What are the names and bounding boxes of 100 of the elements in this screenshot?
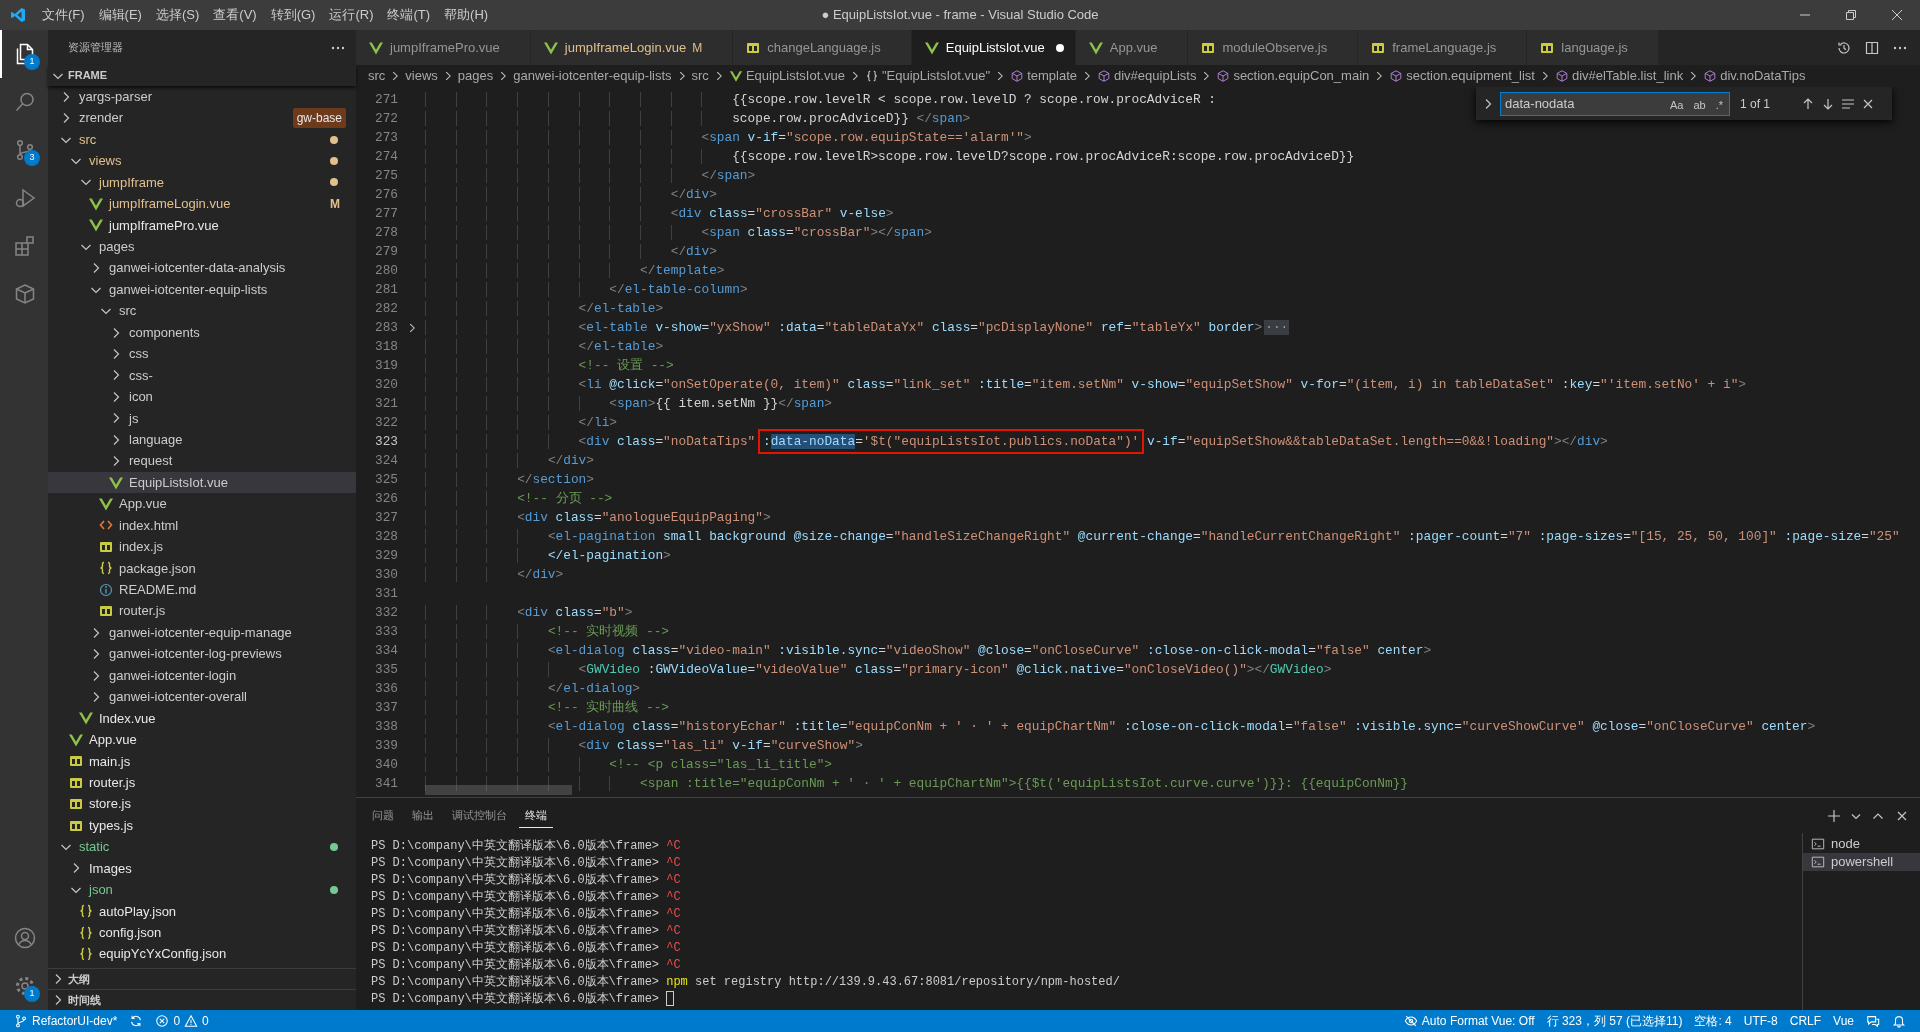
- tree-item[interactable]: ganwei-iotcenter-equip-lists: [48, 278, 356, 301]
- history-icon[interactable]: [1836, 39, 1852, 56]
- editor-tab[interactable]: language.js: [1527, 30, 1659, 65]
- status-item[interactable]: RefactorUI-dev*: [8, 1010, 124, 1032]
- editor-tab[interactable]: jumpIframePro.vue: [356, 30, 531, 65]
- tree-item[interactable]: js: [48, 407, 356, 429]
- tree-item[interactable]: pages: [48, 236, 356, 258]
- tree-item[interactable]: jumpIframePro.vue: [48, 214, 356, 237]
- tree-item[interactable]: ganwei-iotcenter-equip-manage: [48, 621, 356, 644]
- tree-item[interactable]: index.js: [48, 536, 356, 558]
- tree-item[interactable]: ganwei-iotcenter-log-previews: [48, 643, 356, 665]
- tree-item[interactable]: types.js: [48, 814, 356, 837]
- editor-tab[interactable]: App.vue: [1075, 30, 1189, 65]
- tree-item[interactable]: equipYcYxConfig.json: [48, 943, 356, 965]
- editor-tab[interactable]: EquipListsIot.vue: [911, 30, 1076, 65]
- breadcrumb-item[interactable]: src: [691, 66, 709, 86]
- breadcrumb-item[interactable]: div#elTable.list_link: [1554, 66, 1684, 86]
- panel-tab[interactable]: 问题: [366, 803, 400, 828]
- tree-item[interactable]: EquipListsIot.vue: [48, 471, 356, 494]
- breadcrumb-item[interactable]: template: [1010, 66, 1077, 86]
- close-icon[interactable]: [1892, 10, 1902, 20]
- menu-item[interactable]: 文件(F): [35, 0, 92, 30]
- breadcrumb-item[interactable]: section.equipment_list: [1389, 66, 1535, 86]
- breadcrumb-item[interactable]: div.noDataTips: [1703, 66, 1806, 86]
- menu-item[interactable]: 编辑(E): [91, 0, 149, 30]
- option-toggle[interactable]: .*: [1711, 94, 1727, 113]
- tree-item[interactable]: router.js: [48, 600, 356, 622]
- run-debug-icon[interactable]: [13, 186, 37, 210]
- editor-tab[interactable]: moduleObserve.js: [1188, 30, 1359, 65]
- menu-item[interactable]: 转到(G): [263, 0, 323, 30]
- breadcrumb-item[interactable]: "EquipListsIot.vue": [864, 66, 991, 86]
- tree-item[interactable]: App.vue: [48, 729, 356, 751]
- tree-item[interactable]: config.json: [48, 922, 356, 944]
- breadcrumb-item[interactable]: section.equipCon_main: [1216, 66, 1370, 86]
- scrollbar-thumb[interactable]: [425, 785, 572, 795]
- terminal-item[interactable]: powershell: [1803, 853, 1920, 871]
- status-item[interactable]: 空格: 4: [1688, 1010, 1738, 1032]
- status-item[interactable]: Vue: [1827, 1010, 1860, 1032]
- terminal-item[interactable]: node: [1803, 835, 1920, 853]
- tree-item[interactable]: language: [48, 429, 356, 451]
- panel-tab[interactable]: 输出: [406, 803, 440, 828]
- tree-item[interactable]: css-: [48, 364, 356, 387]
- box-icon[interactable]: [13, 282, 37, 306]
- status-item[interactable]: CRLF: [1783, 1010, 1828, 1032]
- panel-tab[interactable]: 调试控制台: [446, 803, 513, 828]
- breadcrumb-item[interactable]: views: [405, 66, 438, 86]
- status-item[interactable]: UTF-8: [1737, 1010, 1784, 1032]
- tree-item[interactable]: store.js: [48, 793, 356, 815]
- tree-item[interactable]: package.json: [48, 557, 356, 580]
- tree-item[interactable]: jumpIframe: [48, 171, 356, 194]
- tree-item[interactable]: request: [48, 450, 356, 472]
- section-header[interactable]: 大纲: [48, 968, 356, 989]
- tree-item[interactable]: jumpIframeLogin.vue M: [48, 193, 356, 215]
- plus-icon[interactable]: [1826, 807, 1842, 824]
- tree-item[interactable]: README.md: [48, 579, 356, 601]
- restore-icon[interactable]: [1846, 10, 1856, 20]
- split-editor-icon[interactable]: [1864, 39, 1880, 56]
- breadcrumb-item[interactable]: pages: [457, 66, 494, 86]
- tree-item[interactable]: css: [48, 343, 356, 365]
- breadcrumb-item[interactable]: src: [368, 66, 386, 86]
- tree-item[interactable]: static: [48, 836, 356, 858]
- tree-item[interactable]: ganwei-iotcenter-data-analysis: [48, 257, 356, 279]
- editor-tab[interactable]: changeLanguage.js: [733, 30, 912, 65]
- tree-item[interactable]: main.js: [48, 750, 356, 772]
- extensions-icon[interactable]: [13, 234, 37, 258]
- tree-item[interactable]: ganwei-iotcenter-login: [48, 664, 356, 687]
- menu-item[interactable]: 帮助(H): [437, 0, 496, 30]
- tree-item[interactable]: index.html: [48, 514, 356, 537]
- breadcrumb-item[interactable]: div#equipLists: [1097, 66, 1197, 86]
- status-item[interactable]: 0 0: [149, 1010, 215, 1032]
- tree-item[interactable]: src: [48, 128, 356, 151]
- tree-item[interactable]: Images: [48, 857, 356, 880]
- menu-item[interactable]: 运行(R): [322, 0, 381, 30]
- status-item[interactable]: 行 323，列 57 (已选择11): [1540, 1010, 1689, 1032]
- account-icon[interactable]: [13, 926, 37, 950]
- option-toggle[interactable]: Aa: [1665, 94, 1688, 113]
- option-toggle[interactable]: ab: [1689, 94, 1710, 113]
- menu-item[interactable]: 查看(V): [206, 0, 264, 30]
- tree-item[interactable]: ganwei-iotcenter-overall: [48, 686, 356, 708]
- find-field[interactable]: data-nodata Aa ab .*: [1500, 91, 1730, 116]
- tree-item[interactable]: Index.vue: [48, 707, 356, 730]
- section-header[interactable]: FRAME: [48, 65, 356, 86]
- tree-item[interactable]: router.js: [48, 772, 356, 794]
- menu-item[interactable]: 选择(S): [148, 0, 207, 30]
- tree-item[interactable]: views: [48, 150, 356, 172]
- tree-item[interactable]: json: [48, 879, 356, 901]
- panel-tab[interactable]: 终端: [519, 803, 553, 828]
- tree-item[interactable]: src: [48, 300, 356, 322]
- breadcrumb-item[interactable]: EquipListsIot.vue: [728, 66, 845, 86]
- breadcrumb-item[interactable]: ganwei-iotcenter-equip-lists: [513, 66, 672, 86]
- tree-item[interactable]: App.vue: [48, 493, 356, 515]
- editor-tab[interactable]: jumpIframeLogin.vue M: [530, 30, 734, 65]
- editor-tab[interactable]: frameLanguage.js: [1358, 30, 1528, 65]
- tree-item[interactable]: yargs-parser: [48, 86, 356, 108]
- tree-item[interactable]: autoPlay.json: [48, 900, 356, 923]
- status-item[interactable]: Auto Format Vue: Off: [1397, 1010, 1541, 1032]
- tree-item[interactable]: components: [48, 321, 356, 344]
- tree-item[interactable]: zrender gw-base: [48, 107, 356, 129]
- tree-item[interactable]: icon: [48, 386, 356, 408]
- menu-item[interactable]: 终端(T): [380, 0, 438, 30]
